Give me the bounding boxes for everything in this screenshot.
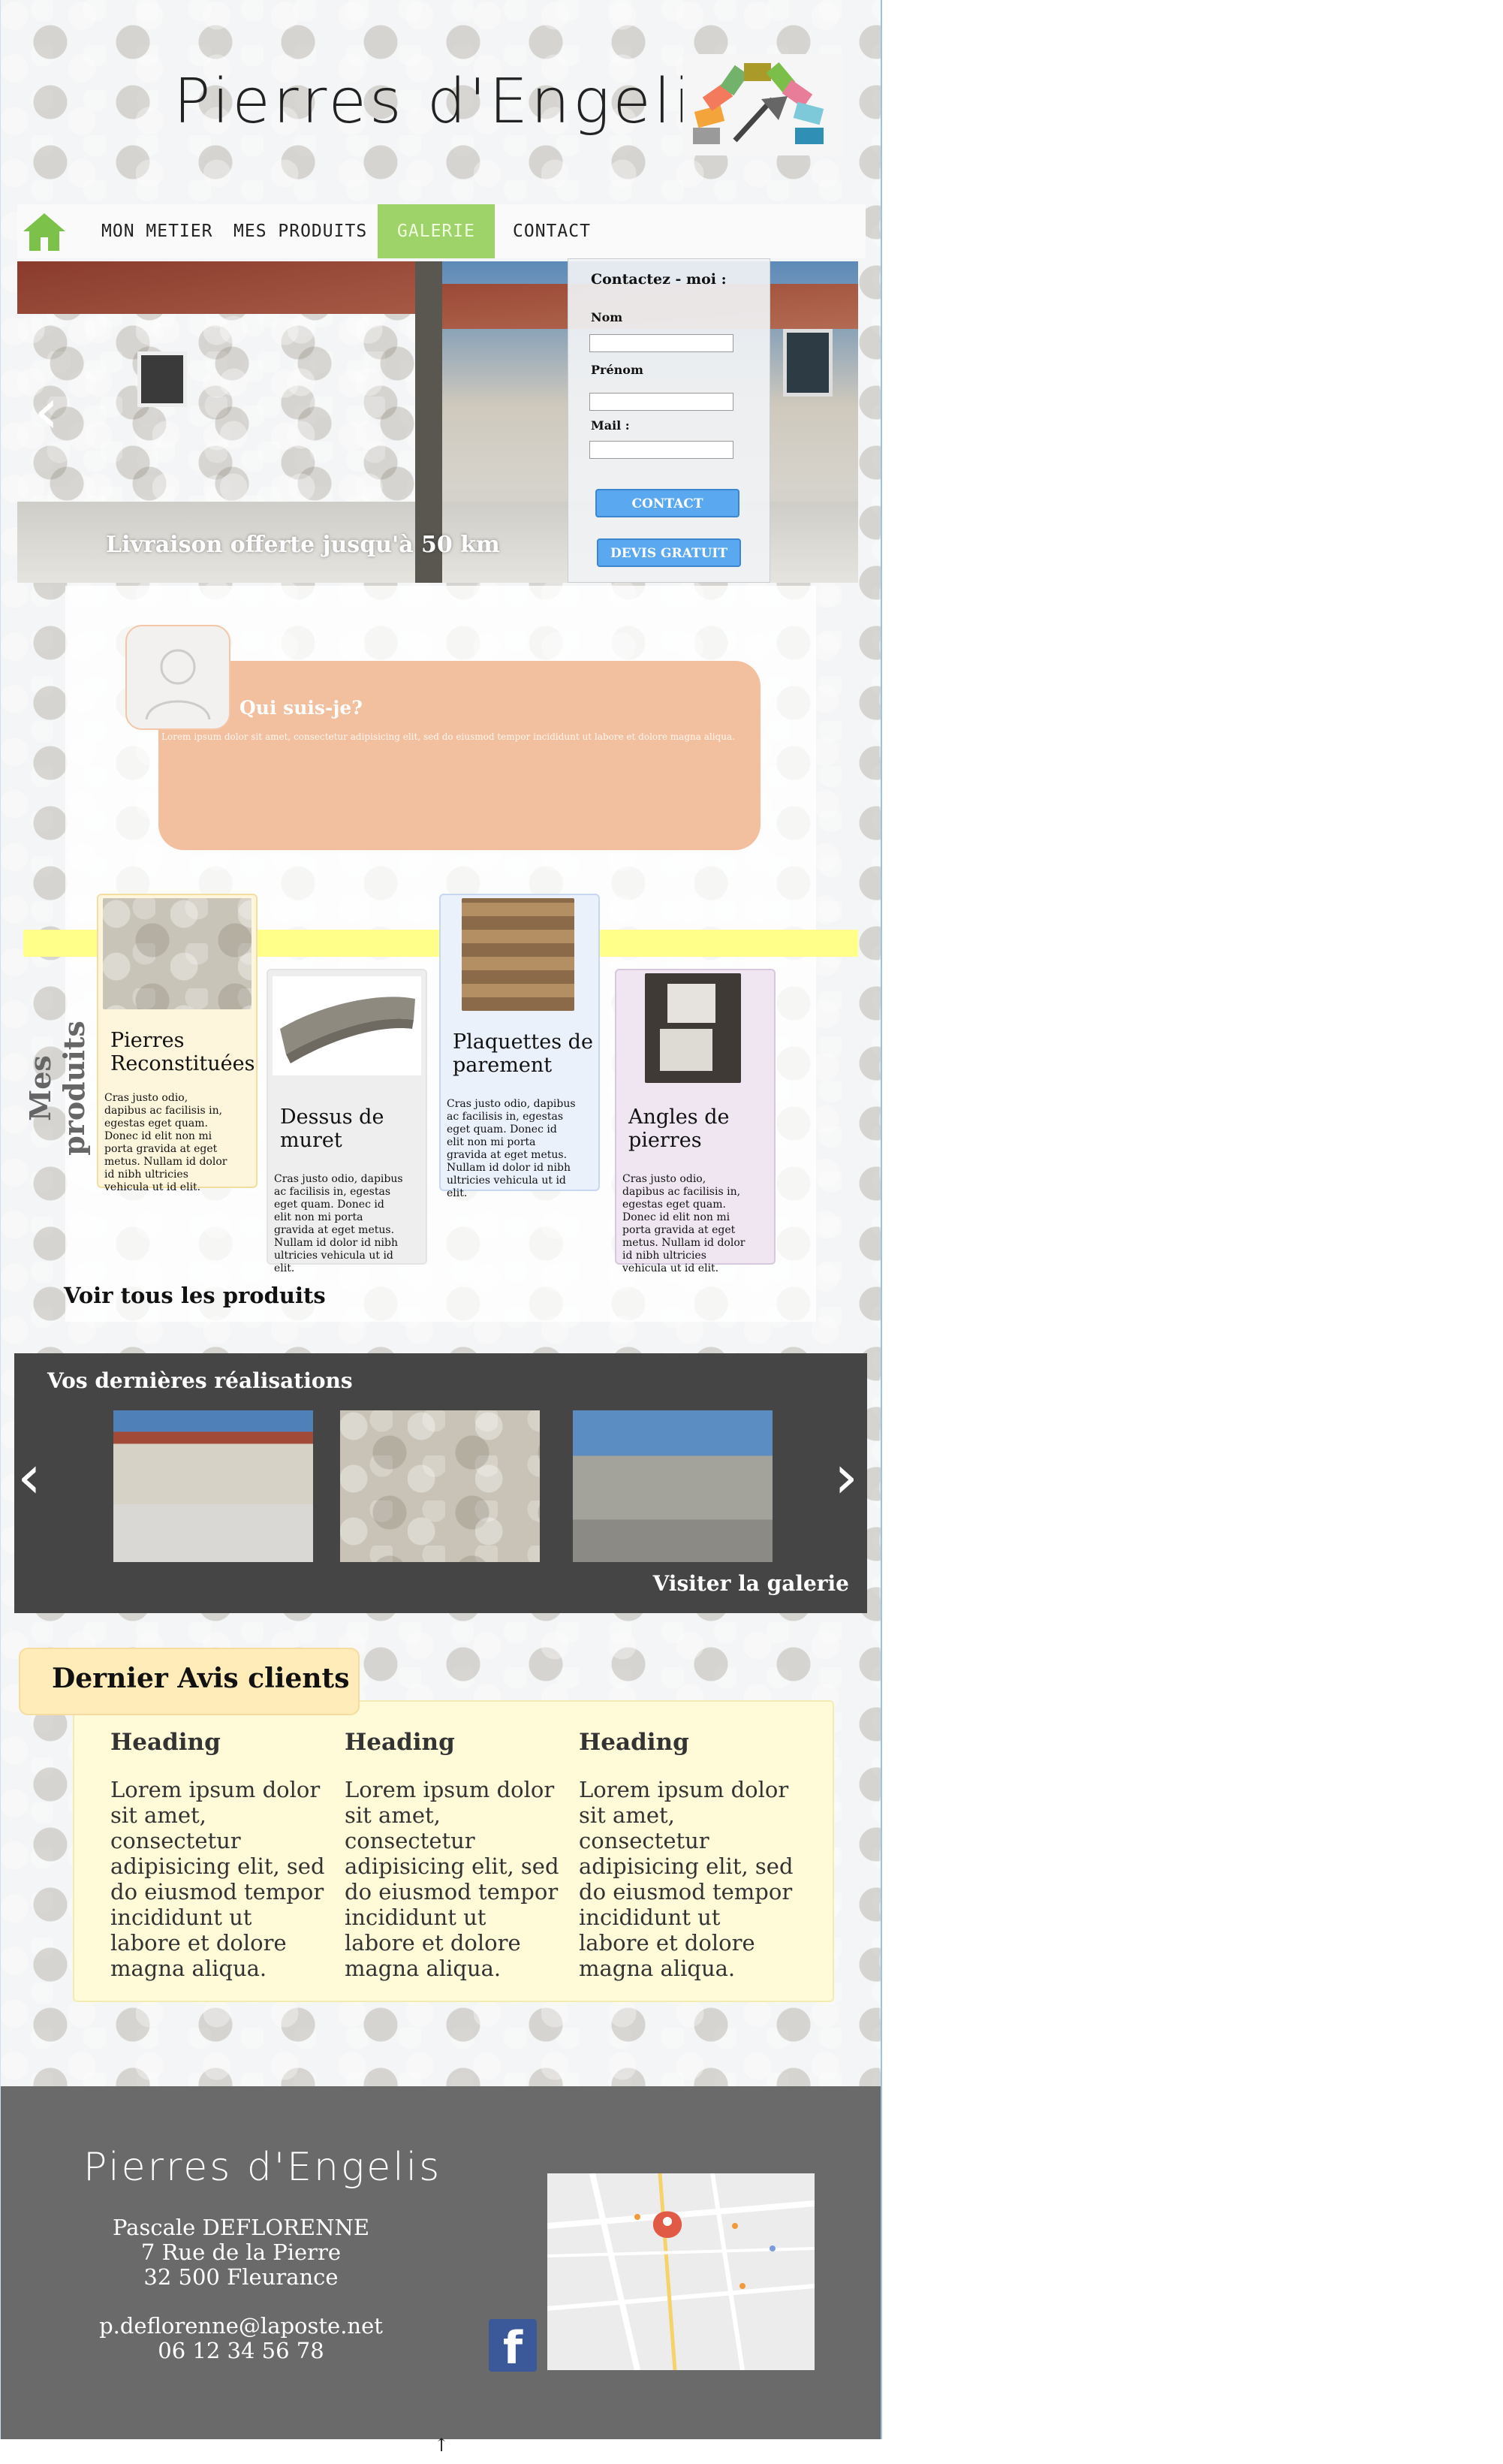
review-text: Lorem ipsum dolor sit amet, consectetur … xyxy=(110,1777,325,1981)
nav-mon-metier[interactable]: MON METIER xyxy=(101,204,212,258)
reviews-tab: Dernier Avis clients xyxy=(19,1648,360,1715)
home-icon[interactable] xyxy=(22,212,67,252)
reviews-panel: Heading Lorem ipsum dolor sit amet, cons… xyxy=(73,1700,834,2002)
product-title: Pierres Reconstituées xyxy=(110,1029,255,1075)
footer-email[interactable]: p.deflorenne@laposte.net xyxy=(61,2314,421,2339)
gallery-thumb[interactable] xyxy=(573,1410,773,1562)
product-text: Cras justo odio, dapibus ac facilisis in… xyxy=(622,1173,745,1274)
review-heading: Heading xyxy=(579,1729,689,1756)
review-item: Heading Lorem ipsum dolor sit amet, cons… xyxy=(110,1729,328,1981)
product-image xyxy=(645,973,741,1083)
review-text: Lorem ipsum dolor sit amet, consectetur … xyxy=(579,1777,794,1981)
mail-field[interactable] xyxy=(589,441,733,459)
nav-contact[interactable]: CONTACT xyxy=(513,204,591,258)
reviews-title: Dernier Avis clients xyxy=(52,1663,350,1694)
product-text: Cras justo odio, dapibus ac facilisis in… xyxy=(447,1098,576,1199)
contact-form-title: Contactez - moi : xyxy=(591,271,727,288)
contact-form: Contactez - moi : Nom Prénom Mail : CONT… xyxy=(568,258,770,583)
footer-city: 32 500 Fleurance xyxy=(143,2264,339,2290)
review-heading: Heading xyxy=(110,1729,221,1756)
product-card-pierres[interactable]: Pierres Reconstituées Cras justo odio, d… xyxy=(97,894,258,1193)
review-item: Heading Lorem ipsum dolor sit amet, cons… xyxy=(345,1729,562,1981)
gallery-section: Vos dernières réalisations ‹ › Visiter l… xyxy=(14,1353,867,1613)
products-section-title: Mes produits xyxy=(23,1021,91,1156)
product-text: Cras justo odio, dapibus ac facilisis in… xyxy=(104,1092,227,1193)
site-title: Pierres d'Engelis xyxy=(173,66,730,137)
field-label-nom: Nom xyxy=(591,310,623,324)
product-card-plaquettes[interactable]: Plaquettes de parement Cras justo odio, … xyxy=(439,894,600,1199)
product-title: Angles de pierres xyxy=(628,1105,730,1152)
user-icon xyxy=(145,649,211,720)
review-heading: Heading xyxy=(345,1729,455,1756)
chevron-right-icon[interactable]: › xyxy=(834,1442,858,1512)
about-panel xyxy=(158,661,761,850)
footer: Pierres d'Engelis Pascale DEFLORENNE 7 R… xyxy=(1,2086,881,2439)
logo xyxy=(682,54,844,155)
devis-gratuit-button[interactable]: DEVIS GRATUIT xyxy=(597,538,741,567)
angle-block-bottom xyxy=(660,1029,712,1071)
field-label-mail: Mail : xyxy=(591,418,630,433)
prenom-field[interactable] xyxy=(589,393,733,411)
product-title: Plaquettes de parement xyxy=(453,1030,593,1077)
review-item: Heading Lorem ipsum dolor sit amet, cons… xyxy=(579,1729,797,1981)
about-title: Qui suis-je? xyxy=(239,697,363,719)
product-image xyxy=(103,898,252,1009)
main-nav: MON METIER MES PRODUITS GALERIE CONTACT xyxy=(17,204,866,258)
hero-roof-left xyxy=(17,261,430,314)
arrow-up-icon[interactable]: ↑ xyxy=(434,2435,449,2456)
chevron-left-icon[interactable]: ‹ xyxy=(34,374,59,448)
product-card-angles[interactable]: Angles de pierres Cras justo odio, dapib… xyxy=(615,969,776,1274)
see-all-products-link[interactable]: Voir tous les produits xyxy=(64,1283,326,1308)
footer-name: Pascale DEFLORENNE xyxy=(112,2215,370,2240)
gallery-thumb[interactable] xyxy=(340,1410,540,1562)
footer-phone[interactable]: 06 12 34 56 78 xyxy=(61,2339,421,2363)
map-graphic xyxy=(547,2173,815,2370)
footer-spacer xyxy=(61,2290,421,2314)
footer-street: 7 Rue de la Pierre xyxy=(140,2239,342,2265)
hero-window xyxy=(137,351,187,407)
avatar xyxy=(125,625,230,730)
nav-galerie[interactable]: GALERIE xyxy=(378,204,495,258)
angle-block-top xyxy=(667,984,715,1023)
map-pin-icon xyxy=(652,2211,682,2238)
hero-caption: Livraison offerte jusqu'à 50 km xyxy=(106,532,500,558)
visit-gallery-link[interactable]: Visiter la galerie xyxy=(653,1571,849,1596)
facebook-icon[interactable]: f xyxy=(489,2319,537,2375)
nav-mes-produits[interactable]: MES PRODUITS xyxy=(233,204,367,258)
product-title: Dessus de muret xyxy=(280,1105,384,1152)
field-label-prenom: Prénom xyxy=(591,363,643,377)
footer-address: Pascale DEFLORENNE 7 Rue de la Pierre 32… xyxy=(61,2215,421,2363)
chevron-left-icon[interactable]: ‹ xyxy=(17,1442,41,1512)
review-text: Lorem ipsum dolor sit amet, consectetur … xyxy=(345,1777,559,1981)
footer-title: Pierres d'Engelis xyxy=(83,2145,442,2190)
product-card-dessus-muret[interactable]: Dessus de muret Cras justo odio, dapibus… xyxy=(267,969,427,1274)
page: Pierres d'Engelis MON METIER MES PRODUIT… xyxy=(0,0,882,2439)
product-image xyxy=(273,976,421,1075)
nom-field[interactable] xyxy=(589,334,733,352)
gallery-thumb[interactable] xyxy=(113,1410,313,1562)
product-image xyxy=(462,898,574,1011)
about-text: Lorem ipsum dolor sit amet, consectetur … xyxy=(161,731,735,742)
gallery-title: Vos dernières réalisations xyxy=(47,1368,353,1393)
map[interactable] xyxy=(547,2173,815,2370)
contact-button[interactable]: CONTACT xyxy=(595,489,739,517)
product-text: Cras justo odio, dapibus ac facilisis in… xyxy=(274,1173,403,1274)
coping-stone-shape xyxy=(280,997,415,1063)
hero-window-right xyxy=(783,329,833,397)
